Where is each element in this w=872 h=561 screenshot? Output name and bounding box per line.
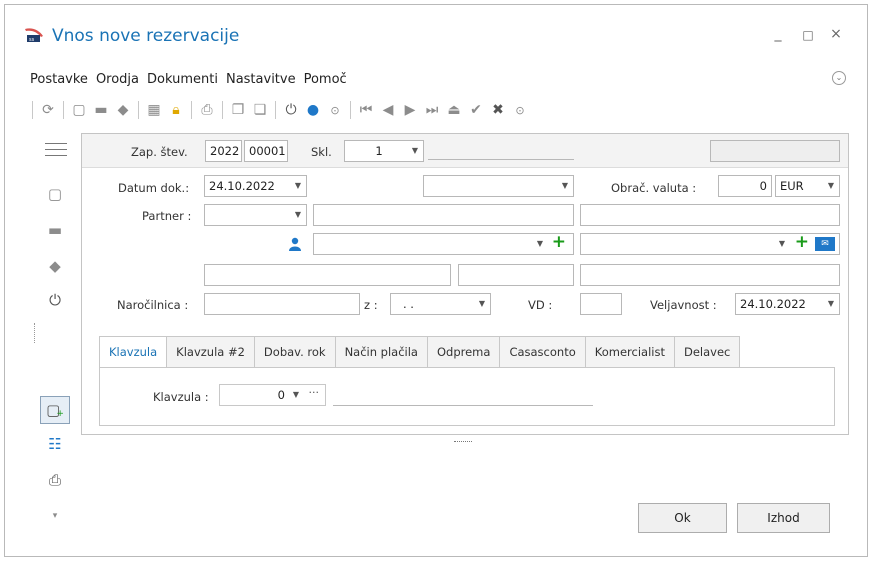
side-folder-icon[interactable]: ▬ <box>42 218 68 242</box>
tab-klavzula-2[interactable]: Klavzula #2 <box>167 336 255 368</box>
ok-button[interactable]: Ok <box>638 503 727 533</box>
vd-field[interactable] <box>580 293 622 315</box>
partner-label: Partner : <box>142 209 192 223</box>
lock-icon[interactable]: 🔒︎ <box>165 99 187 121</box>
tab-delavec[interactable]: Delavec <box>674 336 741 368</box>
narocilnica-label: Naročilnica : <box>117 298 189 312</box>
tab-klavzula[interactable]: Klavzula <box>99 336 168 368</box>
tab-strip: Klavzula Klavzula #2 Dobav. rok Način pl… <box>99 336 741 368</box>
exit-button[interactable]: Izhod <box>737 503 830 533</box>
tab-odprema[interactable]: Odprema <box>427 336 501 368</box>
currency-select[interactable]: EUR ▼ <box>775 175 840 197</box>
print-icon[interactable]: ⎙ <box>196 99 218 121</box>
side-search-list-icon[interactable]: ☷ <box>42 432 68 456</box>
datum-field[interactable]: 24.10.2022 ▼ <box>204 175 307 197</box>
side-more-icon[interactable]: ▾ <box>42 504 68 528</box>
cancel-icon[interactable]: ✖ <box>487 99 509 121</box>
number-field[interactable]: 00001 <box>244 140 288 162</box>
new-document-icon[interactable]: ▢ <box>68 99 90 121</box>
menu-postavke[interactable]: Postavke <box>30 72 88 90</box>
app-logo-icon: ss <box>25 28 43 43</box>
first-record-icon[interactable]: ⏮ <box>355 99 377 121</box>
side-power-icon[interactable]: ⏻ <box>42 288 68 312</box>
next-record-icon[interactable]: ▶ <box>399 99 421 121</box>
hamburger-icon[interactable] <box>45 143 67 157</box>
menu-orodja[interactable]: Orodja <box>96 72 139 90</box>
z-date-field[interactable]: . . ▼ <box>390 293 491 315</box>
confirm-icon[interactable]: ✔ <box>465 99 487 121</box>
tab-nacin-placila[interactable]: Način plačila <box>335 336 428 368</box>
tab-content <box>99 367 835 426</box>
panel-splitter[interactable] <box>454 441 472 443</box>
power-icon[interactable]: ⏻ <box>280 99 302 121</box>
contact-select[interactable]: ▼ + <box>313 233 574 255</box>
close-button[interactable]: × <box>826 26 846 42</box>
z-label: z : <box>364 298 378 312</box>
skl-description <box>428 159 574 160</box>
menu-nastavitve[interactable]: Nastavitve <box>226 72 296 90</box>
valuta-amount-field[interactable]: 0 <box>718 175 772 197</box>
extra-field-2[interactable] <box>458 264 574 286</box>
menu-bar: Postavke Orodja Dokumenti Nastavitve Pom… <box>30 72 355 90</box>
narocilnica-field[interactable] <box>204 293 360 315</box>
toolbar: ⟳ ▢ ▬ ◆ ▦ 🔒︎ ⎙ ❐ ❏ ⏻ ● ⊙ ⏮ ◀ ▶ ⏭ ⏏ ✔ ✖ ⊙ <box>28 99 531 121</box>
side-eraser-icon[interactable]: ◆ <box>42 254 68 278</box>
side-new-icon[interactable]: ▢ <box>42 182 68 206</box>
last-record-icon[interactable]: ⏭ <box>421 99 443 121</box>
menu-dokumenti[interactable]: Dokumenti <box>147 72 218 90</box>
zap-label: Zap. štev. <box>131 145 188 159</box>
valuta-label: Obrač. valuta : <box>611 181 697 195</box>
help-icon[interactable]: ● <box>302 99 324 121</box>
status-field <box>710 140 840 162</box>
minimize-button[interactable]: _ <box>768 26 788 42</box>
partner-code-select[interactable]: ▼ <box>204 204 307 226</box>
extra-field-1[interactable] <box>204 264 451 286</box>
contact-person-icon[interactable] <box>288 237 302 251</box>
prev-record-icon[interactable]: ◀ <box>377 99 399 121</box>
side-add-icon[interactable]: ▢ + <box>40 396 70 424</box>
eraser-icon[interactable]: ◆ <box>112 99 134 121</box>
year-field[interactable]: 2022 <box>205 140 242 162</box>
maximize-button[interactable]: □ <box>798 28 818 42</box>
datum-label: Datum dok.: <box>118 181 190 195</box>
paste-icon[interactable]: ❏ <box>249 99 271 121</box>
tab-dobav-rok[interactable]: Dobav. rok <box>254 336 336 368</box>
klavzula-description <box>333 405 593 406</box>
expand-icon[interactable]: ⊙ <box>324 99 346 121</box>
svg-text:ss: ss <box>29 37 35 43</box>
tab-komercialist[interactable]: Komercialist <box>585 336 675 368</box>
refresh-icon[interactable]: ⟳ <box>37 99 59 121</box>
side-splitter[interactable] <box>34 323 35 343</box>
menu-pomoc[interactable]: Pomoč <box>304 72 347 90</box>
collapse-ribbon-icon[interactable]: ⌄ <box>832 71 846 85</box>
open-folder-icon[interactable]: ▬ <box>90 99 112 121</box>
address-select[interactable]: ▼ + ✉ <box>580 233 840 255</box>
window-title: Vnos nove rezervacije <box>52 26 240 46</box>
partner-name-field[interactable] <box>313 204 574 226</box>
klavzula-label: Klavzula : <box>153 390 209 404</box>
tab-casasconto[interactable]: Casasconto <box>500 336 586 368</box>
document-type-select[interactable]: ▼ <box>423 175 574 197</box>
eject-icon[interactable]: ⏏ <box>443 99 465 121</box>
extra-field-3[interactable] <box>580 264 840 286</box>
copy-icon[interactable]: ❐ <box>227 99 249 121</box>
vd-label: VD : <box>528 298 553 312</box>
veljavnost-label: Veljavnost : <box>650 298 717 312</box>
klavzula-select[interactable]: 0 ▼ ··· <box>219 384 326 406</box>
calculator-icon[interactable]: ▦ <box>143 99 165 121</box>
klavzula-browse-icon[interactable]: ··· <box>309 385 320 403</box>
partner-extra-field[interactable] <box>580 204 840 226</box>
more-icon[interactable]: ⊙ <box>509 99 531 121</box>
veljavnost-field[interactable]: 24.10.2022 ▼ <box>735 293 840 315</box>
skl-select[interactable]: 1 ▼ <box>344 140 424 162</box>
skl-label: Skl. <box>311 145 332 159</box>
side-print-icon[interactable]: ⎙ <box>42 468 68 492</box>
